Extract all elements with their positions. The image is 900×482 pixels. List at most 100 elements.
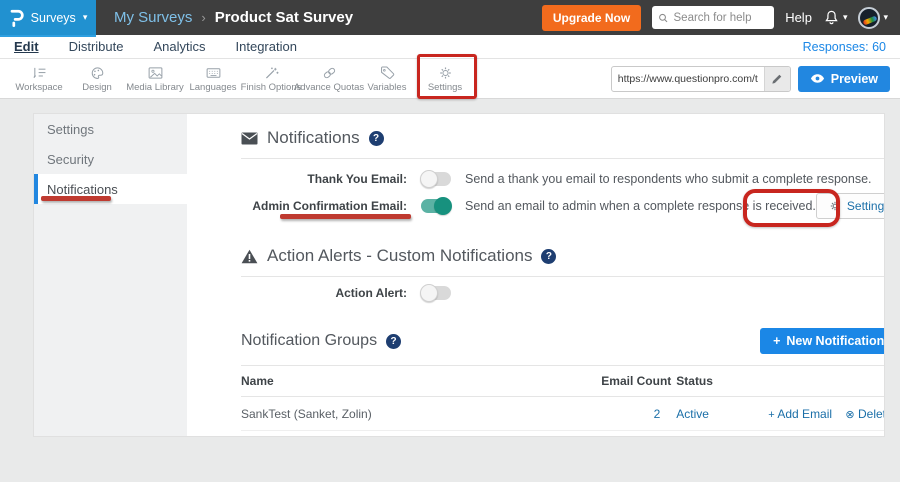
toolbar-item-advance-quotas[interactable]: Advance Quotas: [300, 65, 358, 93]
chevron-down-icon: ▾: [843, 13, 848, 22]
topbar-right-group: Upgrade Now Help ▾ ▾: [542, 5, 900, 31]
column-header-name: Name: [241, 374, 601, 388]
settings-card: Settings Security Notifications Notifica…: [33, 113, 885, 437]
group-actions: + Add Email ⊗ Delete: [768, 407, 885, 421]
palette-icon: [89, 65, 106, 81]
search-icon: [658, 12, 668, 24]
survey-subnav: Edit Distribute Analytics Integration Re…: [0, 35, 900, 59]
column-header-actions: [768, 374, 885, 388]
top-navbar: Surveys ▾ My Surveys › Product Sat Surve…: [0, 0, 900, 35]
group-name: SankTest (Sanket, Zolin): [241, 407, 601, 421]
bell-icon: [823, 9, 840, 27]
survey-url-input[interactable]: [612, 73, 764, 85]
column-header-status: Status: [676, 374, 768, 388]
survey-url-group: Preview: [611, 66, 890, 92]
sidebar-item-security[interactable]: Security: [34, 144, 187, 174]
notification-groups-header: Notification Groups ? + New Notification…: [241, 328, 885, 354]
admin-email-settings-button[interactable]: Settings: [816, 193, 885, 219]
group-table-row: SankTest (Sanket, Zolin) 2 Active + Add …: [241, 397, 885, 431]
action-alerts-section-header: Action Alerts - Custom Notifications ?: [241, 245, 885, 267]
help-link[interactable]: Help: [785, 10, 812, 25]
notifications-bell-button[interactable]: ▾: [823, 9, 848, 27]
product-menu[interactable]: Surveys ▾: [0, 0, 96, 35]
breadcrumb-current: Product Sat Survey: [215, 9, 353, 26]
sidebar-item-settings[interactable]: Settings: [34, 114, 187, 144]
column-header-email-count: Email Count: [601, 374, 676, 388]
envelope-icon: [241, 132, 258, 145]
help-question-icon[interactable]: ?: [386, 334, 401, 349]
toolbar-item-variables[interactable]: Variables: [358, 65, 416, 93]
groups-table-header: Name Email Count Status: [241, 365, 885, 397]
workspace-icon: [31, 65, 48, 81]
edit-url-button[interactable]: [764, 67, 790, 91]
admin-confirmation-email-description: Send an email to admin when a complete r…: [465, 199, 816, 213]
responses-count[interactable]: Responses: 60: [803, 40, 886, 54]
sidebar-item-notifications[interactable]: Notifications: [34, 174, 187, 204]
eye-icon: [810, 73, 825, 84]
divider: [241, 158, 885, 159]
questionpro-settings-screen: Surveys ▾ My Surveys › Product Sat Surve…: [0, 0, 900, 482]
section-title: Notifications: [267, 128, 360, 148]
breadcrumb: My Surveys › Product Sat Survey: [114, 9, 353, 26]
help-search-box[interactable]: [652, 6, 774, 29]
chain-link-icon: [321, 65, 338, 81]
tab-edit[interactable]: Edit: [14, 39, 39, 54]
delete-link[interactable]: ⊗ Delete: [845, 407, 885, 421]
section-title: Action Alerts - Custom Notifications: [267, 246, 532, 266]
gear-icon: [829, 200, 841, 212]
admin-confirmation-email-row: Admin Confirmation Email: Send an email …: [241, 193, 885, 219]
action-alert-row: Action Alert:: [241, 286, 885, 300]
account-menu-button[interactable]: ▾: [858, 7, 888, 29]
pencil-icon: [771, 73, 783, 85]
product-menu-label: Surveys: [31, 11, 76, 25]
help-search-input[interactable]: [674, 12, 769, 24]
toolbar-item-settings[interactable]: Settings: [416, 65, 474, 93]
new-notification-group-button[interactable]: + New Notification Group: [760, 328, 885, 354]
edit-toolbar: Workspace Design Media Library Languages: [0, 59, 900, 99]
keyboard-icon: [205, 65, 222, 81]
admin-confirmation-email-label: Admin Confirmation Email:: [241, 199, 407, 213]
toolbar-item-design[interactable]: Design: [68, 65, 126, 93]
breadcrumb-parent-link[interactable]: My Surveys: [114, 9, 192, 26]
tab-integration[interactable]: Integration: [236, 39, 297, 54]
admin-confirmation-email-toggle[interactable]: [421, 199, 451, 213]
group-status-link[interactable]: Active: [676, 407, 768, 421]
plus-icon: +: [773, 334, 780, 348]
toolbar-item-finish-options[interactable]: Finish Options: [242, 65, 300, 93]
plus-icon: +: [768, 409, 774, 421]
survey-url-field[interactable]: [611, 66, 791, 92]
toolbar-item-workspace[interactable]: Workspace: [10, 65, 68, 93]
settings-page: Settings Security Notifications Notifica…: [0, 99, 900, 482]
group-email-count-link[interactable]: 2: [601, 407, 676, 421]
notification-groups-title-wrap: Notification Groups ?: [241, 330, 401, 352]
chevron-down-icon: ▾: [83, 13, 88, 22]
preview-button[interactable]: Preview: [798, 66, 890, 92]
action-alert-toggle[interactable]: [421, 286, 451, 300]
action-alert-label: Action Alert:: [241, 286, 407, 300]
image-icon: [147, 65, 164, 81]
breadcrumb-separator: ›: [201, 10, 205, 25]
add-email-link[interactable]: + Add Email: [768, 407, 832, 421]
help-question-icon[interactable]: ?: [369, 131, 384, 146]
thank-you-email-row: Thank You Email: Send a thank you email …: [241, 172, 885, 186]
avatar: [858, 7, 880, 29]
tab-analytics[interactable]: Analytics: [153, 39, 205, 54]
thank-you-email-toggle[interactable]: [421, 172, 451, 186]
notifications-panel: Notifications ? Thank You Email: Send a …: [187, 114, 885, 436]
tab-distribute[interactable]: Distribute: [69, 39, 124, 54]
help-question-icon[interactable]: ?: [541, 249, 556, 264]
toolbar-item-media-library[interactable]: Media Library: [126, 65, 184, 93]
section-title: Notification Groups: [241, 332, 377, 350]
thank-you-email-description: Send a thank you email to respondents wh…: [465, 172, 872, 186]
delete-circle-icon: ⊗: [845, 409, 854, 421]
thank-you-email-label: Thank You Email:: [241, 172, 407, 186]
divider: [241, 276, 885, 277]
settings-sidebar: Settings Security Notifications: [34, 114, 187, 436]
magic-wand-icon: [263, 65, 280, 81]
warning-icon: [241, 249, 258, 264]
notifications-section-header: Notifications ?: [241, 127, 885, 149]
upgrade-now-button[interactable]: Upgrade Now: [542, 5, 641, 31]
questionpro-logo-icon: [9, 9, 24, 27]
toolbar-item-languages[interactable]: Languages: [184, 65, 242, 93]
gear-icon: [437, 65, 454, 81]
